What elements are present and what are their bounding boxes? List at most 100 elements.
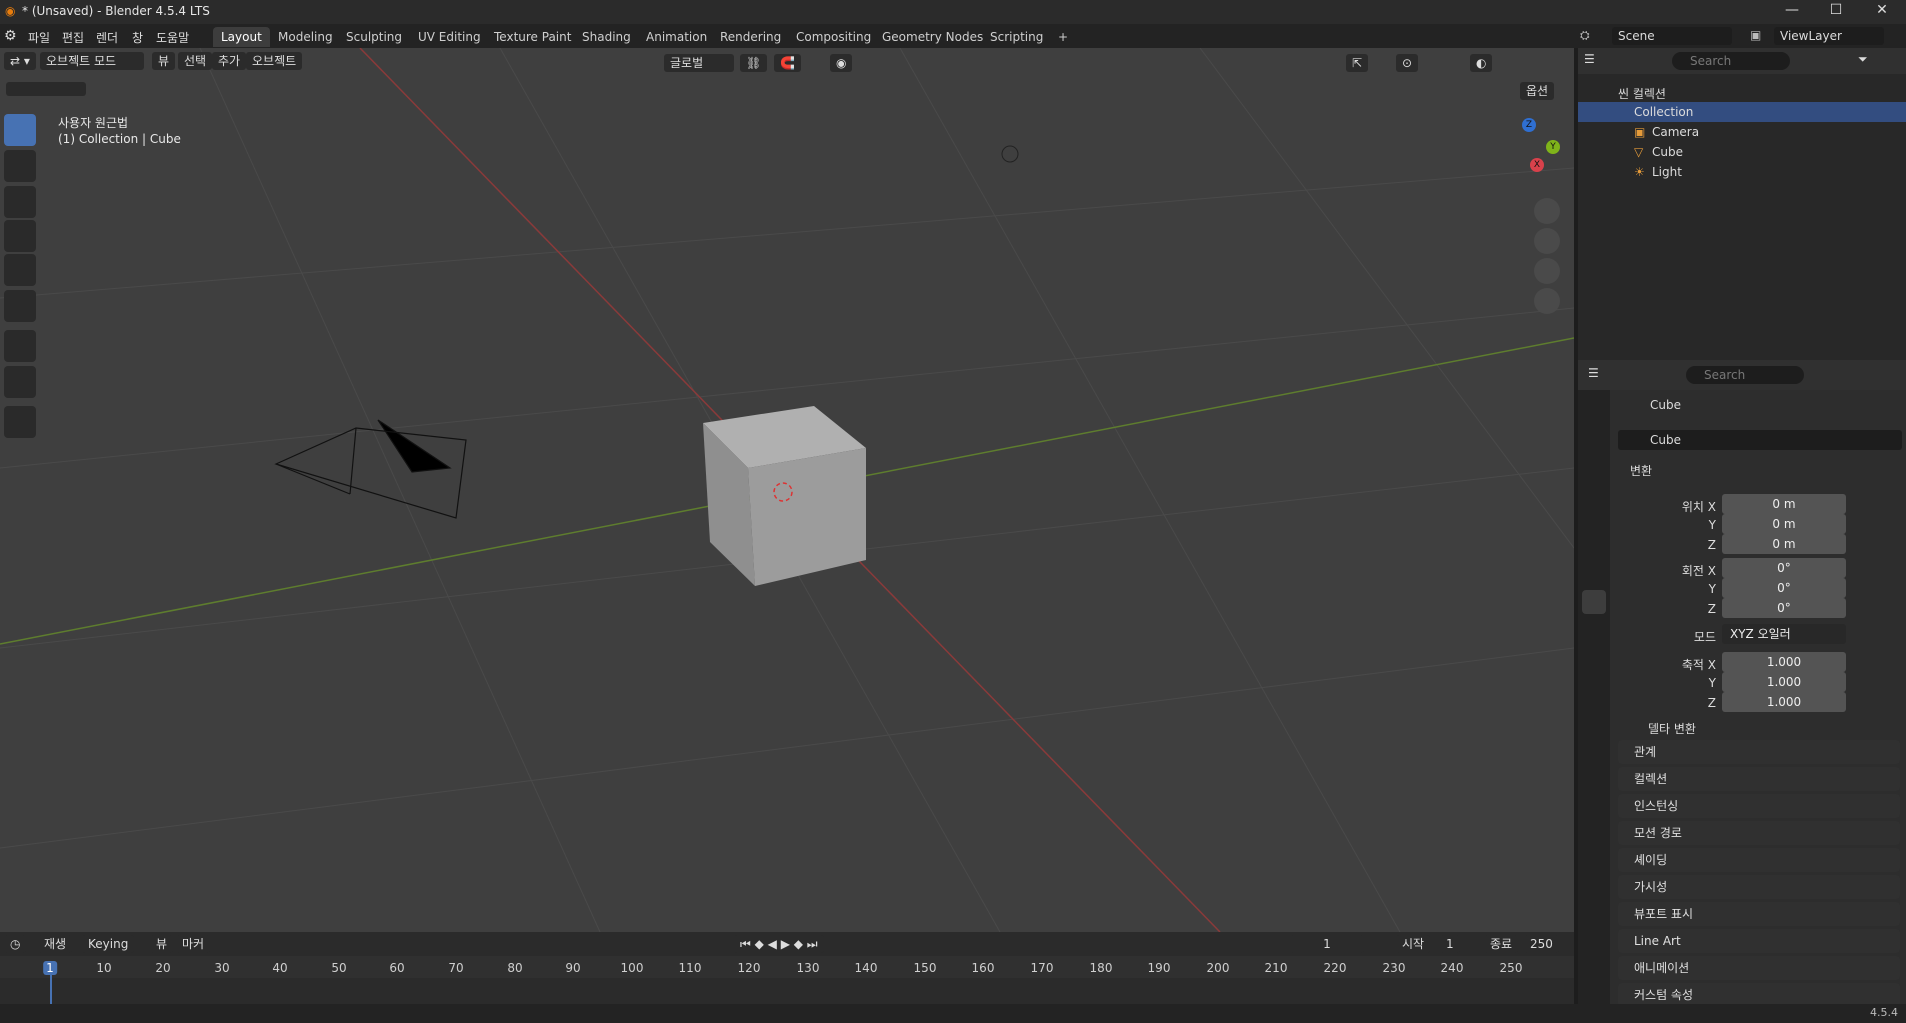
panel-instancing[interactable]: 인스턴싱 [1618, 794, 1900, 818]
menu-edit[interactable]: 편집 [62, 29, 84, 46]
object-tab-icon[interactable] [1582, 590, 1606, 614]
physics-tab-icon[interactable] [1582, 668, 1606, 692]
world-tab-icon[interactable] [1582, 528, 1606, 552]
timeline-view-menu[interactable]: 뷰 [150, 935, 174, 953]
tab-modeling[interactable]: Modeling [270, 27, 341, 47]
modifier-tab-icon[interactable] [1582, 616, 1606, 640]
add-workspace-icon[interactable]: + [1050, 27, 1076, 47]
menu-window[interactable]: 창 [132, 29, 143, 46]
move-tool[interactable] [4, 186, 36, 218]
menu-view[interactable]: 뷰 [152, 52, 176, 70]
mode-dropdown[interactable]: 오브젝트 모드 [40, 52, 144, 70]
playhead[interactable] [50, 974, 52, 1004]
gizmo-z[interactable]: Z [1522, 118, 1536, 132]
render-tab-icon[interactable] [1582, 424, 1606, 448]
menu-file[interactable]: 파일 [28, 29, 50, 46]
location-z-field[interactable]: 0 m [1722, 534, 1846, 554]
tab-rendering[interactable]: Rendering [712, 27, 789, 47]
scene-name[interactable]: Scene [1612, 27, 1732, 45]
panel-animation[interactable]: 애니메이션 [1618, 956, 1900, 980]
playback-menu[interactable]: 재생 [38, 935, 73, 953]
editor-type-button[interactable]: ⇄ ▾ [4, 52, 36, 70]
scale-x-field[interactable]: 1.000 [1722, 652, 1846, 672]
ortho-toggle-icon[interactable] [1534, 288, 1560, 314]
view-layer-tab-icon[interactable] [1582, 476, 1606, 500]
shading-solid-icon[interactable]: ◐ [1470, 54, 1493, 72]
view-layer-name[interactable]: ViewLayer [1774, 27, 1884, 45]
rotation-x-field[interactable]: 0° [1722, 558, 1846, 578]
constraints-tab-icon[interactable] [1582, 694, 1606, 718]
object-name-field[interactable]: Cube [1618, 430, 1902, 450]
outliner-item-light[interactable]: ☀ Light [1578, 162, 1906, 182]
rotate-tool[interactable] [4, 220, 36, 252]
material-tab-icon[interactable] [1582, 746, 1606, 770]
data-tab-icon[interactable] [1582, 720, 1606, 744]
options-button[interactable]: 옵션 [1520, 82, 1555, 100]
tab-scripting[interactable]: Scripting [982, 27, 1051, 47]
panel-relations[interactable]: 관계 [1618, 740, 1900, 764]
properties-search[interactable]: Search [1686, 366, 1804, 384]
proportional-edit-icon[interactable]: ◉ [830, 54, 853, 72]
gizmo-toggle-icon[interactable]: ⇱ [1346, 54, 1369, 72]
annotate-tool[interactable] [4, 330, 36, 362]
end-frame-field[interactable]: 250 [1524, 935, 1559, 953]
gizmo-x[interactable]: X [1530, 158, 1544, 172]
minimize-button[interactable]: — [1770, 2, 1814, 22]
panel-motion-paths[interactable]: 모션 경로 [1618, 821, 1900, 845]
scale-y-field[interactable]: 1.000 [1722, 672, 1846, 692]
tab-sculpting[interactable]: Sculpting [338, 27, 410, 47]
tab-geometry-nodes[interactable]: Geometry Nodes [874, 27, 991, 47]
select-box-tool[interactable] [4, 114, 36, 146]
current-frame-field[interactable]: 1 [1290, 935, 1364, 953]
start-frame-field[interactable]: 1 [1440, 935, 1460, 953]
current-frame-indicator[interactable]: 1 [43, 961, 57, 975]
timeline-marker-menu[interactable]: 마커 [176, 935, 211, 953]
close-button[interactable]: ✕ [1860, 2, 1904, 22]
pivot-icon[interactable]: ⛓ [740, 54, 768, 72]
tab-uv-editing[interactable]: UV Editing [410, 27, 489, 47]
transform-panel-header[interactable]: 변환 [1630, 462, 1652, 479]
snap-icon[interactable]: 🧲 [774, 54, 801, 72]
transform-orientation-dropdown[interactable]: 글로벌 [664, 54, 734, 72]
panel-collections[interactable]: 컬렉션 [1618, 767, 1900, 791]
maximize-button[interactable]: ☐ [1814, 2, 1858, 22]
gizmo-y[interactable]: Y [1546, 140, 1560, 154]
menu-render[interactable]: 렌더 [96, 29, 118, 46]
panel-visibility[interactable]: 가시성 [1618, 875, 1900, 899]
select-mode-icon[interactable] [6, 82, 86, 96]
outliner-search[interactable]: Search [1672, 52, 1790, 70]
overlay-icon[interactable]: ⊙ [1396, 54, 1419, 72]
panel-shading[interactable]: 셰이딩 [1618, 848, 1900, 872]
transform-tool[interactable] [4, 290, 36, 322]
menu-help[interactable]: 도움말 [156, 29, 189, 46]
rotation-y-field[interactable]: 0° [1722, 578, 1846, 598]
outliner-editor-icon[interactable]: ☰ [1584, 52, 1595, 66]
location-y-field[interactable]: 0 m [1722, 514, 1846, 534]
particles-tab-icon[interactable] [1582, 642, 1606, 666]
collection-row[interactable]: Collection [1578, 102, 1906, 122]
scale-z-field[interactable]: 1.000 [1722, 692, 1846, 712]
filter-icon[interactable]: ⏷ [1858, 52, 1868, 67]
pan-hand-icon[interactable] [1534, 228, 1560, 254]
menu-object[interactable]: 오브젝트 [246, 52, 303, 70]
zoom-icon[interactable] [1534, 198, 1560, 224]
3d-viewport[interactable]: ⇄ ▾ 오브젝트 모드 뷰 선택 추가 오브젝트 글로벌 ⛓ 🧲 ◉ 옵션 ◐ … [0, 48, 1574, 932]
navigation-gizmo[interactable]: Z Y X [1480, 118, 1560, 198]
cursor-tool[interactable] [4, 150, 36, 182]
timeline[interactable]: 1 10 20 30 40 50 60 70 80 90 100 110 120… [0, 956, 1574, 1004]
scale-tool[interactable] [4, 254, 36, 286]
scene-tab-icon[interactable] [1582, 502, 1606, 526]
delta-transform-subpanel[interactable]: 델타 변환 [1648, 720, 1696, 737]
tool-tab-icon[interactable] [1582, 394, 1606, 418]
location-x-field[interactable]: 0 m [1722, 494, 1846, 514]
rotation-mode-dropdown[interactable]: XYZ 오일러 [1722, 624, 1846, 644]
panel-viewport-display[interactable]: 뷰포트 표시 [1618, 902, 1900, 926]
blender-menu-icon[interactable]: ⚙ [4, 28, 17, 44]
tab-animation[interactable]: Animation [638, 27, 715, 47]
timeline-editor-icon[interactable]: ◷ [4, 935, 27, 953]
playback-controls[interactable]: ⏮ ◆ ◀ ▶ ◆ ⏭ [734, 935, 824, 953]
properties-editor-icon[interactable]: ☰ [1588, 366, 1599, 380]
panel-line-art[interactable]: Line Art [1618, 929, 1900, 953]
collection-tab-icon[interactable] [1582, 556, 1606, 580]
scene-collection-row[interactable]: 씬 컬렉션 [1578, 82, 1906, 102]
